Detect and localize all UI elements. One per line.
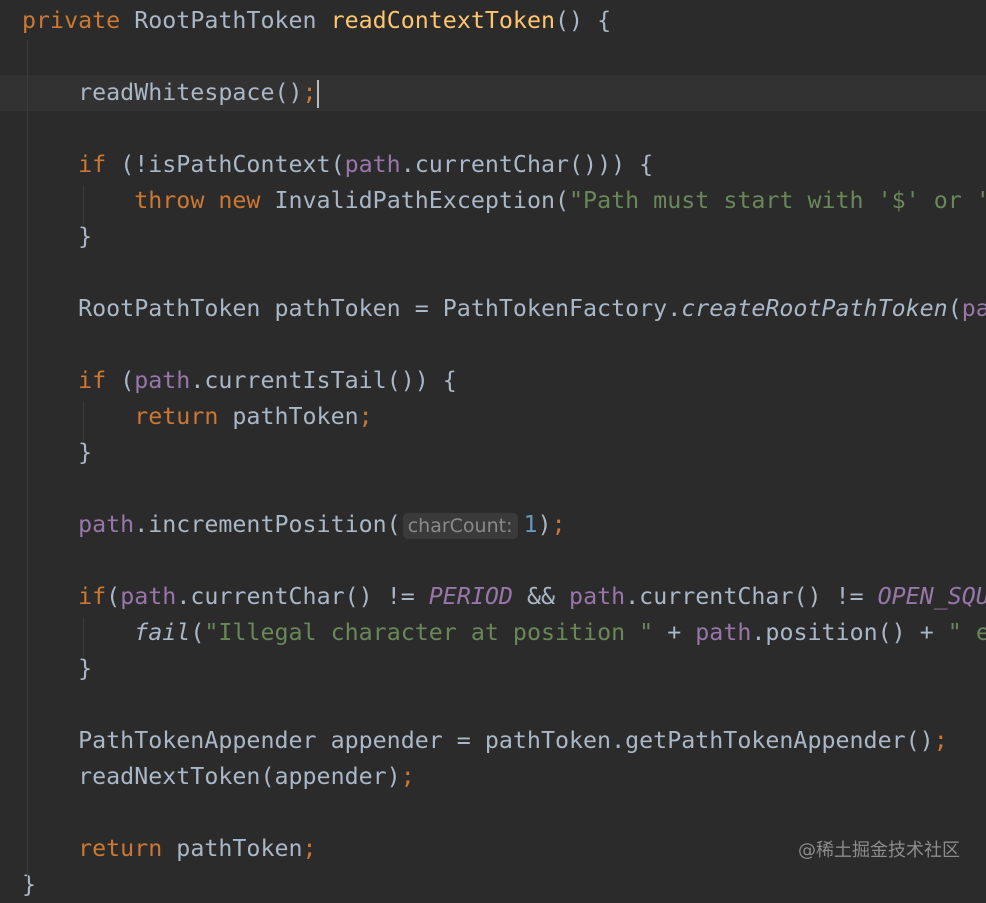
- code-token: &&: [512, 583, 570, 610]
- code-line[interactable]: [0, 543, 986, 579]
- code-line[interactable]: [0, 687, 986, 723]
- code-token: path: [569, 583, 626, 610]
- code-token: .currentChar())) {: [400, 151, 654, 178]
- code-token: ;: [358, 403, 373, 430]
- code-line[interactable]: private RootPathToken readContextToken()…: [0, 3, 986, 39]
- watermark: @稀土掘金技术社区: [798, 840, 960, 861]
- code-token: "Illegal character at position ": [204, 619, 654, 646]
- code-token: .currentChar() !=: [625, 583, 878, 610]
- code-line[interactable]: [0, 111, 986, 147]
- code-line[interactable]: throw new InvalidPathException("Path mus…: [0, 183, 986, 219]
- code-line[interactable]: }: [0, 867, 986, 903]
- code-token: (: [947, 295, 962, 322]
- code-token: throw new: [134, 187, 275, 214]
- code-token: PERIOD: [428, 583, 513, 610]
- code-line[interactable]: path.incrementPosition(charCount: 1);: [0, 507, 986, 543]
- code-token: }: [22, 439, 93, 466]
- code-token: createRootPathToken: [681, 295, 948, 322]
- code-line[interactable]: return pathToken;: [0, 399, 986, 435]
- code-line[interactable]: }: [0, 651, 986, 687]
- code-token: pathToken: [176, 835, 303, 862]
- code-token: +: [653, 619, 696, 646]
- code-token: path: [695, 619, 752, 646]
- text-caret: [316, 79, 319, 108]
- code-token: .currentChar() !=: [176, 583, 429, 610]
- code-token: return: [134, 403, 233, 430]
- code-editor[interactable]: private RootPathToken readContextToken()…: [0, 3, 986, 903]
- code-token: ;: [400, 763, 415, 790]
- code-token: (: [190, 619, 205, 646]
- code-token: () {: [555, 7, 612, 34]
- code-token: }: [22, 223, 93, 250]
- code-token: readNextToken(appender): [22, 763, 401, 790]
- indent-guide: [83, 401, 84, 441]
- code-line[interactable]: }: [0, 219, 986, 255]
- code-token: fail: [134, 619, 191, 646]
- code-token: (: [106, 583, 121, 610]
- code-token: path: [134, 367, 191, 394]
- code-token: RootPathToken pathToken = PathTokenFacto…: [22, 295, 682, 322]
- code-token: " e: [947, 619, 986, 646]
- code-line[interactable]: readWhitespace();: [0, 75, 986, 111]
- code-token: (: [120, 367, 135, 394]
- code-token: path: [120, 583, 177, 610]
- code-line[interactable]: if(path.currentChar() != PERIOD && path.…: [0, 579, 986, 615]
- indent-guide: [27, 40, 28, 880]
- code-line[interactable]: fail("Illegal character at position " + …: [0, 615, 986, 651]
- code-line[interactable]: if (!isPathContext(path.currentChar())) …: [0, 147, 986, 183]
- code-line[interactable]: RootPathToken pathToken = PathTokenFacto…: [0, 291, 986, 327]
- code-token: OPEN_SQU: [877, 583, 986, 610]
- code-line[interactable]: [0, 327, 986, 363]
- code-token: ;: [302, 79, 317, 106]
- code-token: ;: [933, 727, 948, 754]
- code-token: pa: [961, 295, 986, 322]
- code-token: PathTokenAppender appender = pathToken.g…: [22, 727, 934, 754]
- code-token: .incrementPosition(: [134, 511, 401, 538]
- code-line[interactable]: [0, 471, 986, 507]
- code-token: readWhitespace(): [22, 79, 303, 106]
- code-token: "Path must start with '$' or ': [569, 187, 986, 214]
- code-token: .position() +: [751, 619, 948, 646]
- code-line[interactable]: [0, 39, 986, 75]
- code-token: if: [78, 151, 121, 178]
- code-token: InvalidPathException(: [274, 187, 570, 214]
- code-token: pathToken: [232, 403, 359, 430]
- code-line[interactable]: PathTokenAppender appender = pathToken.g…: [0, 723, 986, 759]
- code-token: RootPathToken: [134, 7, 331, 34]
- code-token: .currentIsTail()) {: [190, 367, 457, 394]
- code-line[interactable]: [0, 795, 986, 831]
- code-token: }: [22, 655, 93, 682]
- code-token: path: [344, 151, 401, 178]
- code-token: return: [78, 835, 177, 862]
- code-line[interactable]: if (path.currentIsTail()) {: [0, 363, 986, 399]
- code-token: path: [78, 511, 135, 538]
- indent-guide: [83, 185, 84, 225]
- code-line[interactable]: readNextToken(appender);: [0, 759, 986, 795]
- code-line[interactable]: [0, 255, 986, 291]
- code-token: }: [22, 871, 37, 898]
- code-token: private: [22, 7, 135, 34]
- code-token: ;: [551, 511, 566, 538]
- code-token: 1: [523, 511, 538, 538]
- code-token: readContextToken: [330, 7, 556, 34]
- indent-guide: [83, 617, 84, 657]
- code-token: ): [537, 511, 552, 538]
- code-token: if: [78, 583, 107, 610]
- code-token: ;: [302, 835, 317, 862]
- code-token: if: [78, 367, 121, 394]
- code-token: (!isPathContext(: [120, 151, 345, 178]
- parameter-hint: charCount:: [402, 513, 518, 539]
- code-line[interactable]: }: [0, 435, 986, 471]
